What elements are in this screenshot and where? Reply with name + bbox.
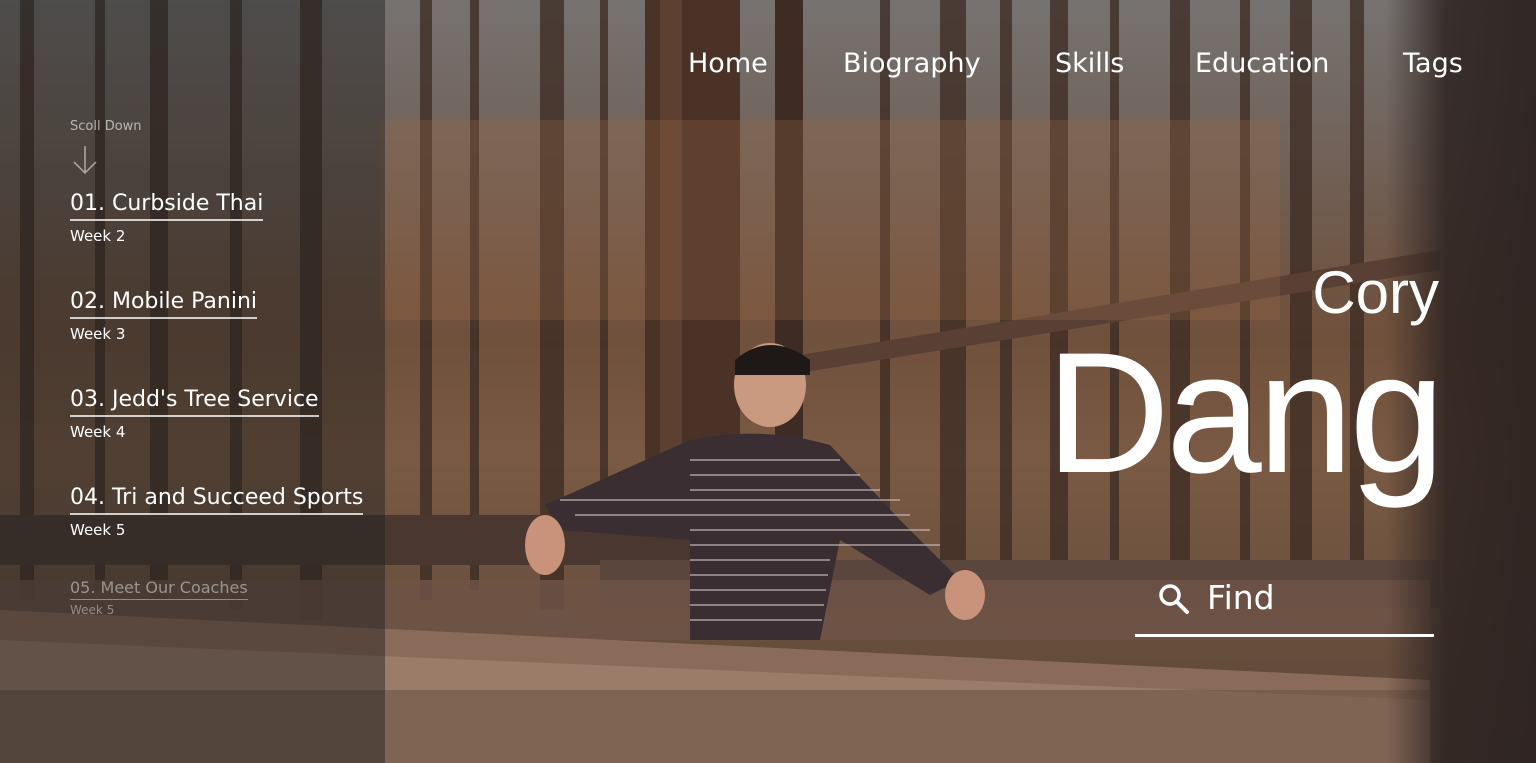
sidebar-item-title[interactable]: 03. Jedd's Tree Service [70, 386, 319, 417]
sidebar-item-title[interactable]: 01. Curbside Thai [70, 190, 264, 221]
scroll-down-label: Scoll Down [70, 119, 142, 134]
nav-tags-link[interactable]: Tags [1403, 44, 1463, 84]
sidebar-item-tri-and-succeed-sports[interactable]: 04. Tri and Succeed Sports Week 5 [70, 484, 364, 539]
sidebar-item-mobile-panini[interactable]: 02. Mobile Panini Week 3 [70, 288, 258, 343]
hero-last-name: Dang [1045, 317, 1445, 509]
find-search-field[interactable]: Find [1135, 572, 1434, 637]
nav-skills-link[interactable]: Skills [1055, 44, 1124, 84]
sidebar-item-title[interactable]: 02. Mobile Panini [70, 288, 258, 319]
page: Scoll Down 01. Curbside Thai Week 2 02. … [0, 0, 1536, 763]
nav-education-link[interactable]: Education [1195, 44, 1329, 84]
nav-biography-link[interactable]: Biography [843, 44, 981, 84]
sidebar-item-week: Week 4 [70, 423, 126, 441]
sidebar-item-week: Week 2 [70, 227, 126, 245]
sidebar-item-title[interactable]: 04. Tri and Succeed Sports [70, 484, 364, 515]
sidebar-panel: Scoll Down 01. Curbside Thai Week 2 02. … [0, 0, 385, 763]
sidebar-item-meet-our-coaches[interactable]: 05. Meet Our Coaches Week 5 [70, 578, 248, 617]
sidebar-item-week: Week 5 [70, 521, 126, 539]
sidebar-item-week: Week 3 [70, 325, 126, 343]
search-icon[interactable] [1157, 582, 1191, 616]
sidebar-item-jedds-tree-service[interactable]: 03. Jedd's Tree Service Week 4 [70, 386, 319, 441]
nav-home-link[interactable]: Home [688, 44, 768, 84]
sidebar-item-week: Week 5 [70, 603, 115, 617]
arrow-down-icon [73, 146, 97, 175]
find-label: Find [1207, 578, 1275, 617]
sidebar-item-curbside-thai[interactable]: 01. Curbside Thai Week 2 [70, 190, 264, 245]
sidebar-item-title[interactable]: 05. Meet Our Coaches [70, 578, 248, 600]
